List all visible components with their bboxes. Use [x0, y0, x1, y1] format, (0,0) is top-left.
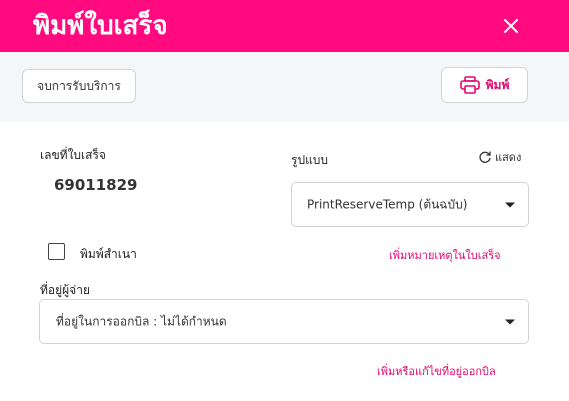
print-receipt-dialog: พิมพ์ใบเสร็จ จบการรับบริการ พิมพ์ เลขที่… [0, 0, 569, 401]
print-copy-checkbox[interactable] [48, 243, 65, 260]
print-button-label: พิมพ์ [485, 77, 510, 92]
dialog-header: พิมพ์ใบเสร็จ [0, 0, 569, 52]
printer-icon [459, 76, 480, 94]
print-copy-label: พิมพ์สำเนา [80, 247, 137, 261]
refresh-format-label: แสดง [495, 151, 522, 164]
receipt-number-value: 69011829 [54, 176, 138, 194]
payer-address-chevron-down-icon [505, 319, 515, 324]
print-button[interactable]: พิมพ์ [441, 67, 528, 103]
payer-address-label: ที่อยู่ผู้จ่าย [40, 283, 90, 297]
end-service-button[interactable]: จบการรับบริการ [22, 69, 136, 103]
edit-address-link[interactable]: เพิ่มหรือแก้ไขที่อยู่ออกบิล [377, 362, 496, 380]
payer-address-select[interactable]: ที่อยู่ในการออกบิล : ไม่ได้กำหนด [39, 299, 529, 344]
receipt-number-label: เลขที่ใบเสร็จ [40, 148, 106, 162]
dialog-toolbar: จบการรับบริการ พิมพ์ [0, 52, 569, 122]
refresh-icon [479, 151, 491, 163]
format-select[interactable]: PrintReserveTemp (ต้นฉบับ) [291, 182, 529, 227]
format-chevron-down-icon [505, 202, 515, 207]
format-label: รูปแบบ [291, 153, 329, 167]
close-button[interactable] [496, 11, 526, 41]
dialog-title: พิมพ์ใบเสร็จ [33, 11, 168, 41]
refresh-format-button[interactable]: แสดง [478, 148, 521, 166]
payer-address-select-value: ที่อยู่ในการออกบิล : ไม่ได้กำหนด [56, 314, 227, 328]
format-select-value: PrintReserveTemp (ต้นฉบับ) [307, 197, 468, 211]
add-note-link[interactable]: เพิ่มหมายเหตุในใบเสร็จ [389, 246, 501, 264]
close-icon [504, 19, 518, 33]
